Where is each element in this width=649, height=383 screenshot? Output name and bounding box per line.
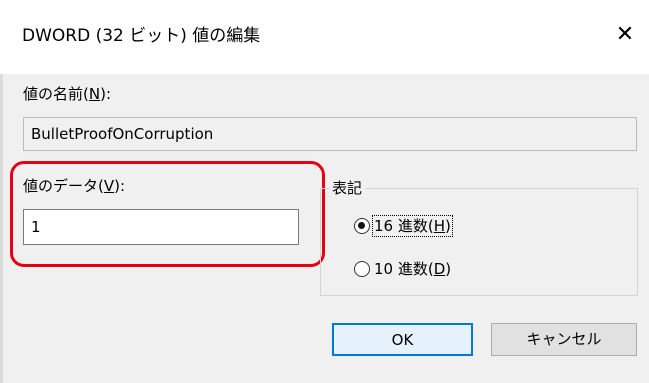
dialog-title: DWORD (32 ビット) 値の編集 [22,26,261,46]
red-highlight-annotation [10,161,325,267]
hex-label-suffix: ) [445,217,451,235]
radio-decimal[interactable] [354,261,370,277]
base-group-legend: 表記 [329,179,366,197]
hex-label-prefix: 16 進数( [374,217,434,235]
radio-decimal-label[interactable]: 10 進数(D) [374,260,451,278]
dec-label-suffix: ) [445,260,452,278]
window-edge [0,74,3,383]
ok-button[interactable]: OK [332,323,473,356]
close-icon[interactable]: ✕ [612,22,638,48]
hex-accesskey: H [433,217,445,235]
cancel-button[interactable]: キャンセル [491,323,637,356]
value-name-accesskey: N [88,85,101,103]
value-name-label-suffix: ): [100,85,111,103]
value-name-field[interactable]: BulletProofOnCorruption [23,117,637,151]
value-name-label: 値の名前(N): [23,85,111,103]
radio-selected-dot [358,222,365,229]
value-name-label-text: 値の名前( [23,85,89,103]
dec-accesskey: D [433,260,446,278]
dec-label-prefix: 10 進数( [374,260,434,278]
title-bar: DWORD (32 ビット) 値の編集 ✕ [0,0,649,74]
radio-hexadecimal[interactable] [354,218,370,234]
radio-hexadecimal-label[interactable]: 16 進数(H) [372,215,453,237]
base-groupbox [320,188,638,296]
